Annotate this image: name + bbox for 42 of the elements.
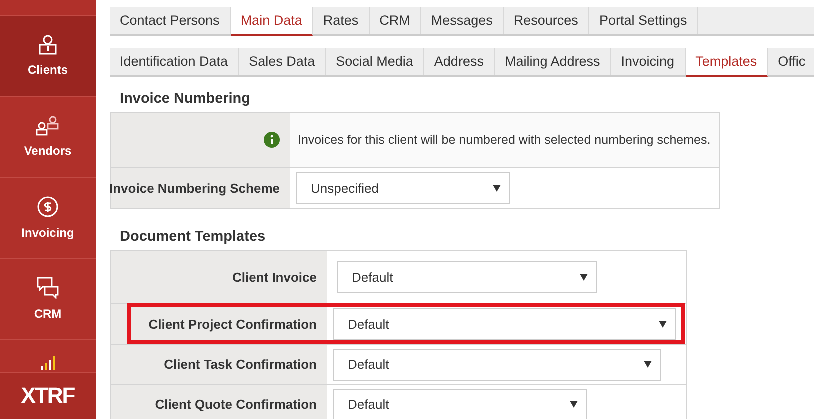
sidebar-item[interactable]: Vendors bbox=[0, 97, 96, 178]
section-heading: Invoice Numbering bbox=[120, 91, 252, 107]
caret-icon bbox=[493, 184, 501, 192]
field-label: Client Task Confirmation bbox=[164, 357, 317, 372]
field-label: Invoice Numbering Scheme bbox=[110, 180, 280, 196]
tab[interactable]: CRM bbox=[370, 7, 422, 34]
dollar-icon bbox=[37, 196, 59, 218]
dropdown[interactable]: Default bbox=[337, 261, 597, 293]
sidebar-item[interactable]: Clients bbox=[0, 16, 96, 97]
dropdown[interactable]: Default bbox=[333, 348, 661, 380]
field-label: Client Invoice bbox=[232, 270, 317, 284]
caret-icon bbox=[570, 401, 578, 408]
tab[interactable]: Identification Data bbox=[110, 48, 240, 75]
bar-chart-icon bbox=[40, 356, 56, 370]
tab[interactable]: Main Data bbox=[230, 7, 314, 36]
sidebar-item[interactable]: CRM bbox=[0, 259, 96, 340]
tab[interactable]: Portal Settings bbox=[589, 7, 698, 34]
caret-icon bbox=[659, 320, 667, 328]
dropdown[interactable]: Default bbox=[333, 308, 676, 340]
sidebar-item[interactable]: Invoicing bbox=[0, 178, 96, 259]
field-label: Client Project Confirmation bbox=[148, 316, 317, 332]
dropdown[interactable]: Unspecified bbox=[296, 172, 510, 204]
tab[interactable]: Mailing Address bbox=[494, 48, 612, 75]
info-icon bbox=[264, 132, 280, 148]
tab[interactable]: Rates bbox=[313, 7, 370, 34]
tab[interactable]: Templates bbox=[686, 48, 768, 77]
tab[interactable]: Social Media bbox=[326, 48, 424, 75]
logo: XTRF bbox=[0, 373, 96, 419]
caret-icon bbox=[580, 274, 588, 280]
field-label: Client Quote Confirmation bbox=[155, 397, 317, 412]
people-icon bbox=[36, 116, 60, 136]
caret-icon bbox=[644, 361, 652, 368]
tab[interactable]: Sales Data bbox=[239, 48, 326, 75]
tab[interactable]: Messages bbox=[421, 7, 504, 34]
tab[interactable]: Resources bbox=[504, 7, 590, 34]
dropdown[interactable]: Default bbox=[333, 388, 587, 419]
tab[interactable]: Address bbox=[424, 48, 495, 75]
section-heading: Document Templates bbox=[120, 229, 267, 245]
person-icon bbox=[39, 35, 57, 55]
tab[interactable]: Offic bbox=[768, 48, 814, 75]
info-text: Invoices for this client will be numbered with selected numbering schemes. bbox=[298, 133, 711, 147]
chat-icon bbox=[37, 277, 59, 299]
